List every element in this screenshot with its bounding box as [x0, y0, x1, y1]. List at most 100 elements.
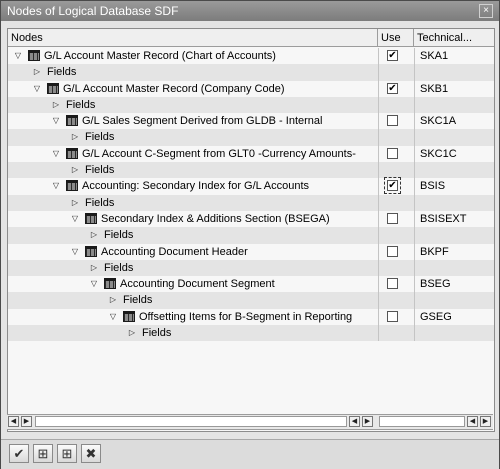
scroll-right-icon[interactable]: ▶	[21, 416, 32, 427]
column-divider	[414, 178, 415, 195]
column-divider	[378, 80, 379, 97]
table-icon	[104, 278, 116, 290]
node-label[interactable]: Secondary Index & Additions Section (BSE…	[101, 211, 330, 227]
collapse-triangle-icon[interactable]: ▷	[69, 195, 81, 211]
table-icon	[66, 115, 78, 127]
node-row[interactable]: ▽ G/L Sales Segment Derived from GLDB - I…	[8, 113, 494, 130]
node-label[interactable]: G/L Account Master Record (Chart of Acco…	[44, 48, 276, 64]
expand-triangle-icon[interactable]: ▽	[12, 48, 24, 64]
fields-row[interactable]: ▷ Fields	[8, 227, 494, 244]
scroll-left-icon[interactable]: ◀	[467, 416, 478, 427]
use-checkbox[interactable]	[387, 310, 398, 322]
fields-row[interactable]: ▷ Fields	[8, 129, 494, 146]
fields-row[interactable]: ▷ Fields	[8, 259, 494, 277]
use-checkbox[interactable]	[387, 278, 398, 290]
column-divider	[414, 96, 415, 114]
column-divider	[378, 194, 379, 211]
node-label[interactable]: G/L Account Master Record (Company Code)	[63, 81, 285, 97]
fields-label[interactable]: Fields	[104, 260, 133, 276]
collapse-triangle-icon[interactable]: ▷	[69, 162, 81, 178]
use-checkbox[interactable]: ✔	[387, 82, 398, 94]
use-checkbox[interactable]	[387, 147, 398, 159]
close-icon[interactable]: ×	[479, 4, 493, 18]
scroll-right-icon[interactable]: ▶	[480, 416, 491, 427]
use-checkbox[interactable]	[387, 115, 398, 127]
expand-triangle-icon[interactable]: ▽	[50, 178, 62, 194]
expand-triangle-icon[interactable]: ▽	[88, 276, 100, 292]
fields-row[interactable]: ▷ Fields	[8, 325, 494, 342]
node-row[interactable]: ▽ Secondary Index & Additions Section (BS…	[8, 210, 494, 228]
fields-row[interactable]: ▷ Fields	[8, 194, 494, 211]
node-label[interactable]: Offsetting Items for B-Segment in Report…	[139, 309, 352, 325]
checkmark-icon: ✔	[13, 446, 25, 461]
use-checkbox[interactable]	[387, 245, 398, 257]
expand-triangle-icon[interactable]: ▽	[107, 309, 119, 325]
expand-triangle-icon[interactable]: ▽	[50, 146, 62, 162]
collapse-triangle-icon[interactable]: ▷	[69, 129, 81, 145]
binoculars-plus-icon: ⊞	[61, 446, 73, 461]
collapse-triangle-icon[interactable]: ▷	[88, 260, 100, 276]
column-divider	[414, 194, 415, 211]
node-row[interactable]: ▽ Accounting Document Header BKPF	[8, 243, 494, 260]
expand-triangle-icon[interactable]: ▽	[69, 211, 81, 227]
find-next-button[interactable]: ⊞	[57, 444, 77, 463]
column-header-use[interactable]: Use	[378, 29, 414, 47]
node-label[interactable]: Accounting: Secondary Index for G/L Acco…	[82, 178, 309, 194]
node-label[interactable]: G/L Sales Segment Derived from GLDB - In…	[82, 113, 322, 129]
fields-label[interactable]: Fields	[142, 325, 171, 341]
fields-row[interactable]: ▷ Fields	[8, 64, 494, 81]
scroll-left-icon[interactable]: ◀	[349, 416, 360, 427]
fields-row[interactable]: ▷ Fields	[8, 292, 494, 309]
fields-label[interactable]: Fields	[85, 162, 114, 178]
column-divider	[378, 48, 379, 65]
nodes-scrollbar-track[interactable]	[35, 416, 347, 427]
node-row[interactable]: ▽ G/L Account Master Record (Chart of Acc…	[8, 48, 494, 65]
node-row[interactable]: ▽ G/L Account Master Record (Company Code…	[8, 80, 494, 97]
collapse-triangle-icon[interactable]: ▷	[50, 97, 62, 113]
node-row[interactable]: ▽ G/L Account C-Segment from GLT0 -Curren…	[8, 145, 494, 163]
collapse-triangle-icon[interactable]: ▷	[107, 292, 119, 308]
collapse-triangle-icon[interactable]: ▷	[31, 64, 43, 80]
confirm-button[interactable]: ✔	[9, 444, 29, 463]
scroll-right-icon[interactable]: ▶	[362, 416, 373, 427]
node-row[interactable]: ▽ Accounting: Secondary Index for G/L Acc…	[8, 177, 494, 195]
node-label[interactable]: Accounting Document Header	[101, 244, 248, 260]
fields-row[interactable]: ▷ Fields	[8, 96, 494, 114]
column-divider	[378, 113, 379, 130]
node-row[interactable]: ▽ Offsetting Items for B-Segment in Repor…	[8, 308, 494, 326]
collapse-triangle-icon[interactable]: ▷	[88, 227, 100, 243]
use-checkbox[interactable]: ✔	[387, 50, 398, 61]
collapse-triangle-icon[interactable]: ▷	[126, 325, 138, 341]
fields-label[interactable]: Fields	[47, 64, 76, 80]
use-checkbox[interactable]	[387, 212, 398, 224]
expand-triangle-icon[interactable]: ▽	[69, 244, 81, 260]
tree-rows: ▽ G/L Account Master Record (Chart of Acc…	[8, 48, 494, 342]
fields-label[interactable]: Fields	[123, 292, 152, 308]
technical-name: BSISEXT	[420, 212, 467, 225]
technical-name: BKPF	[420, 245, 449, 258]
column-divider	[378, 96, 379, 114]
fields-row[interactable]: ▷ Fields	[8, 162, 494, 179]
table-icon	[66, 180, 78, 192]
binoculars-icon: ⊞	[37, 446, 49, 461]
use-checkbox[interactable]: ✔	[384, 177, 401, 195]
cancel-button[interactable]: ✖	[81, 444, 101, 463]
fields-label[interactable]: Fields	[66, 97, 95, 113]
expand-triangle-icon[interactable]: ▽	[50, 113, 62, 129]
column-header-technical[interactable]: Technical...	[414, 29, 494, 47]
scroll-left-icon[interactable]: ◀	[8, 416, 19, 427]
node-row[interactable]: ▽ Accounting Document Segment BSEG	[8, 276, 494, 293]
column-divider	[378, 227, 379, 244]
technical-name: SKC1A	[420, 115, 457, 128]
find-button[interactable]: ⊞	[33, 444, 53, 463]
column-header-nodes[interactable]: Nodes	[8, 29, 378, 47]
fields-label[interactable]: Fields	[85, 195, 114, 211]
columns-scrollbar-track[interactable]	[379, 416, 465, 427]
node-label[interactable]: G/L Account C-Segment from GLT0 -Currenc…	[82, 146, 356, 162]
expand-triangle-icon[interactable]: ▽	[31, 81, 43, 97]
column-divider	[414, 48, 415, 65]
column-divider	[414, 129, 415, 146]
fields-label[interactable]: Fields	[104, 227, 133, 243]
fields-label[interactable]: Fields	[85, 129, 114, 145]
node-label[interactable]: Accounting Document Segment	[120, 276, 275, 292]
